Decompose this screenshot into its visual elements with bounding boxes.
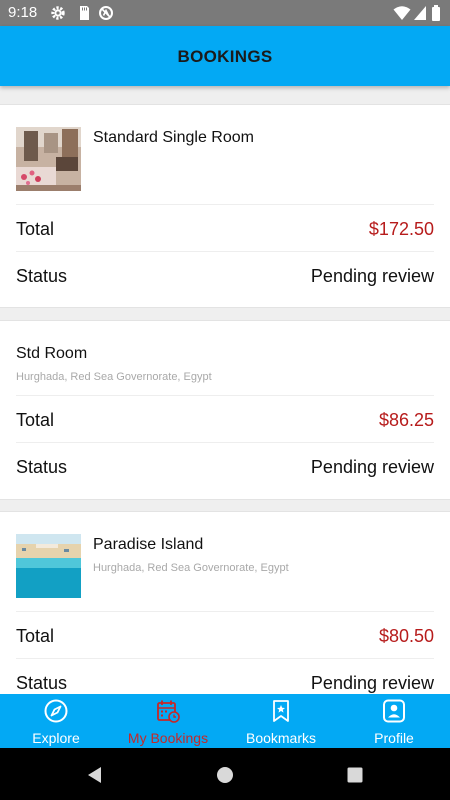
no-sync-icon — [99, 6, 113, 20]
booking-card[interactable]: Standard Single Room Total $172.50 Statu… — [0, 104, 450, 308]
booking-header: Std Room Hurghada, Red Sea Governorate, … — [16, 321, 434, 396]
compass-icon — [44, 699, 68, 723]
total-value: $172.50 — [368, 219, 434, 239]
total-label: Total — [16, 219, 55, 239]
status-label: Status — [16, 457, 68, 477]
booking-card[interactable]: Std Room Hurghada, Red Sea Governorate, … — [0, 320, 450, 500]
total-row: Total $172.50 — [16, 205, 434, 252]
status-bar: 9:18 — [0, 0, 450, 26]
room-location: Hurghada, Red Sea Governorate, Egypt — [93, 562, 289, 574]
booking-header: Standard Single Room — [16, 105, 434, 205]
sd-card-icon — [80, 6, 89, 20]
recents-icon[interactable] — [346, 766, 364, 784]
nav-bookmarks[interactable]: Bookmarks — [225, 694, 337, 748]
booking-card[interactable]: Paradise Island Hurghada, Red Sea Govern… — [0, 511, 450, 694]
page-title: BOOKINGS — [177, 47, 273, 66]
nav-profile[interactable]: Profile — [338, 694, 450, 748]
status-value: Pending review — [310, 457, 434, 477]
total-label: Total — [16, 626, 55, 646]
nav-explore-label: Explore — [32, 730, 80, 746]
back-icon[interactable] — [86, 766, 104, 784]
status-value: Pending review — [310, 266, 434, 286]
home-icon[interactable] — [216, 766, 234, 784]
app-bar: BOOKINGS — [0, 26, 450, 86]
nav-profile-label: Profile — [374, 730, 414, 746]
signal-icon — [414, 6, 426, 20]
island-photo — [16, 534, 81, 598]
room-location: Hurghada, Red Sea Governorate, Egypt — [16, 371, 212, 383]
bookings-screen: 9:18 BOOKINGS Standard Single Room Total… — [0, 0, 450, 800]
nav-my-bookings-label: My Bookings — [127, 730, 209, 746]
room-name: Std Room — [16, 345, 88, 362]
bookings-list[interactable]: Standard Single Room Total $172.50 Statu… — [0, 86, 450, 694]
booking-header: Paradise Island Hurghada, Red Sea Govern… — [16, 512, 434, 612]
status-label: Status — [16, 266, 68, 286]
status-label: Status — [16, 673, 68, 693]
nav-bookmarks-label: Bookmarks — [245, 730, 317, 746]
nav-my-bookings[interactable]: My Bookings — [112, 694, 224, 748]
battery-icon — [432, 5, 440, 21]
calendar-clock-icon — [157, 700, 180, 723]
status-row: Status Pending review — [16, 659, 434, 694]
wifi-icon — [393, 6, 411, 20]
total-row: Total $86.25 — [16, 396, 434, 443]
gear-icon — [51, 6, 65, 20]
room-name: Paradise Island — [93, 536, 204, 553]
system-navigation-bar — [0, 748, 450, 800]
status-row: Status Pending review — [16, 443, 434, 490]
room-name: Standard Single Room — [93, 129, 254, 146]
bottom-navigation: Explore My Bookings Bookmarks Profile — [0, 694, 450, 748]
room-photo — [16, 127, 81, 191]
total-label: Total — [16, 410, 55, 430]
profile-icon — [383, 699, 405, 723]
total-value: $86.25 — [378, 410, 434, 430]
status-value: Pending review — [310, 673, 434, 693]
total-row: Total $80.50 — [16, 612, 434, 659]
total-value: $80.50 — [378, 626, 434, 646]
status-time: 9:18 — [8, 4, 38, 21]
status-row: Status Pending review — [16, 252, 434, 299]
nav-explore[interactable]: Explore — [0, 694, 112, 748]
bookmark-star-icon — [273, 700, 289, 722]
